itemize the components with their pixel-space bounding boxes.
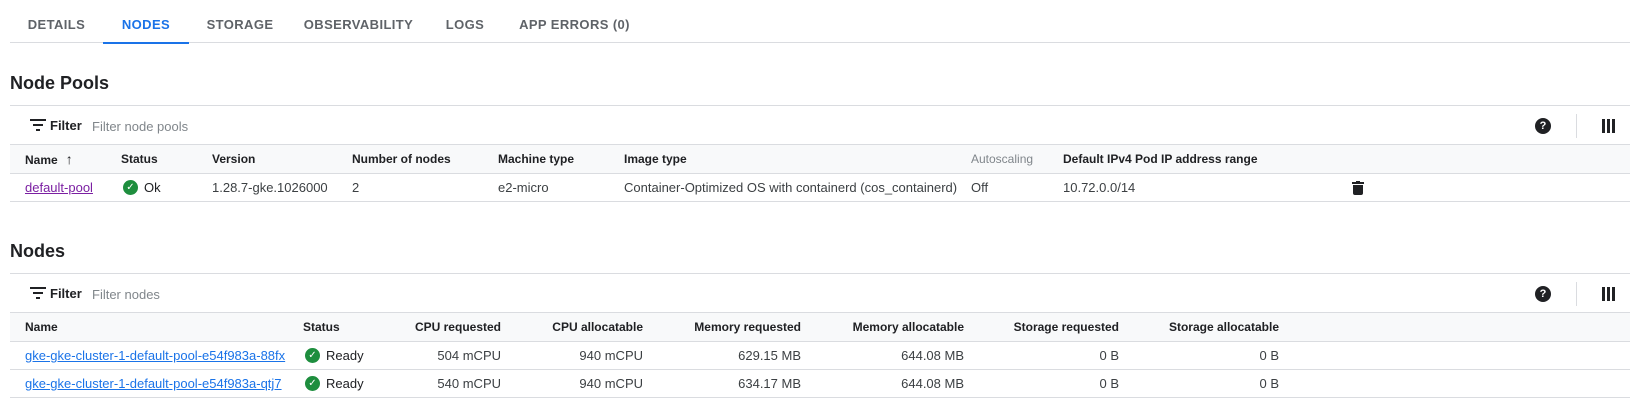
col-header-pod-ip-range[interactable]: Default IPv4 Pod IP address range xyxy=(1063,145,1258,173)
nodes-filter-input[interactable] xyxy=(92,282,592,306)
nodes-table-header: Name Status CPU requested CPU allocatabl… xyxy=(10,313,1630,342)
col-header-machine-type[interactable]: Machine type xyxy=(498,145,574,173)
nodes-filter-bar: Filter ? xyxy=(10,273,1630,313)
check-circle-icon: ✓ xyxy=(305,348,320,364)
autoscaling-cell: Off xyxy=(971,180,989,195)
col-header-name[interactable]: Name ↑ xyxy=(25,145,73,173)
memory-requested-cell: 629.15 MB xyxy=(738,348,801,363)
tab-storage[interactable]: STORAGE xyxy=(198,0,282,43)
storage-requested-cell: 0 B xyxy=(1099,348,1119,363)
divider xyxy=(1576,114,1577,138)
check-circle-icon: ✓ xyxy=(123,180,138,196)
node-name-link[interactable]: gke-gke-cluster-1-default-pool-e54f983a-… xyxy=(25,370,282,398)
col-header-storage-allocatable[interactable]: Storage allocatable xyxy=(1140,313,1279,341)
help-icon[interactable]: ? xyxy=(1535,118,1551,134)
image-type-cell: Container-Optimized OS with containerd (… xyxy=(624,180,958,195)
tab-logs[interactable]: LOGS xyxy=(435,0,495,43)
cpu-requested-cell: 504 mCPU xyxy=(437,348,501,363)
col-header-version[interactable]: Version xyxy=(212,145,255,173)
col-header-number-of-nodes[interactable]: Number of nodes xyxy=(352,145,451,173)
tab-bar: DETAILS NODES STORAGE OBSERVABILITY LOGS… xyxy=(10,0,1630,44)
filter-icon[interactable] xyxy=(30,287,46,301)
node-pools-filter-bar: Filter ? xyxy=(10,105,1630,145)
memory-requested-cell: 634.17 MB xyxy=(738,376,801,391)
col-header-memory-requested[interactable]: Memory requested xyxy=(670,313,801,341)
col-header-status[interactable]: Status xyxy=(121,145,158,173)
node-pool-name-link[interactable]: default-pool xyxy=(25,174,93,202)
storage-requested-cell: 0 B xyxy=(1099,376,1119,391)
col-header-cpu-requested[interactable]: CPU requested xyxy=(390,313,501,341)
divider xyxy=(1576,282,1577,306)
status-cell: ✓ Ok xyxy=(123,174,161,202)
node-name-link[interactable]: gke-gke-cluster-1-default-pool-e54f983a-… xyxy=(25,342,285,370)
memory-allocatable-cell: 644.08 MB xyxy=(901,348,964,363)
cpu-requested-cell: 540 mCPU xyxy=(437,376,501,391)
storage-allocatable-cell: 0 B xyxy=(1259,348,1279,363)
filter-label[interactable]: Filter xyxy=(50,118,82,133)
cpu-allocatable-cell: 940 mCPU xyxy=(579,348,643,363)
pod-ip-range-cell: 10.72.0.0/14 xyxy=(1063,180,1136,195)
table-row: gke-gke-cluster-1-default-pool-e54f983a-… xyxy=(10,342,1630,370)
column-display-icon[interactable] xyxy=(1602,119,1616,133)
col-header-storage-requested[interactable]: Storage requested xyxy=(990,313,1119,341)
tab-observability[interactable]: OBSERVABILITY xyxy=(300,0,417,43)
nodes-heading: Nodes xyxy=(10,241,66,261)
storage-allocatable-cell: 0 B xyxy=(1259,376,1279,391)
tab-app-errors[interactable]: APP ERRORS (0) xyxy=(512,0,637,43)
version-cell: 1.28.7-gke.1026000 xyxy=(212,180,328,195)
machine-type-cell: e2-micro xyxy=(498,180,549,195)
node-pools-table-header: Name ↑ Status Version Number of nodes Mac… xyxy=(10,145,1630,174)
node-pools-heading: Node Pools xyxy=(10,73,110,93)
cpu-allocatable-cell: 940 mCPU xyxy=(579,376,643,391)
col-header-memory-allocatable[interactable]: Memory allocatable xyxy=(830,313,964,341)
col-header-name[interactable]: Name xyxy=(25,313,58,341)
column-display-icon[interactable] xyxy=(1602,287,1616,301)
col-header-image-type[interactable]: Image type xyxy=(624,145,687,173)
col-header-cpu-allocatable[interactable]: CPU allocatable xyxy=(530,313,643,341)
nodes-count-cell: 2 xyxy=(352,180,360,195)
status-cell: ✓ Ready xyxy=(305,342,364,370)
check-circle-icon: ✓ xyxy=(305,376,320,392)
table-row: gke-gke-cluster-1-default-pool-e54f983a-… xyxy=(10,370,1630,398)
arrow-up-icon[interactable]: ↑ xyxy=(66,145,73,174)
help-icon[interactable]: ? xyxy=(1535,286,1551,302)
tab-nodes[interactable]: NODES xyxy=(103,0,189,44)
filter-icon[interactable] xyxy=(30,119,46,133)
filter-label[interactable]: Filter xyxy=(50,286,82,301)
node-pools-filter-input[interactable] xyxy=(92,114,592,138)
col-header-status[interactable]: Status xyxy=(303,313,340,341)
trash-icon[interactable] xyxy=(1352,181,1364,195)
tab-details[interactable]: DETAILS xyxy=(10,0,103,43)
memory-allocatable-cell: 644.08 MB xyxy=(901,376,964,391)
table-row: default-pool ✓ Ok 1.28.7-gke.1026000 2 e2… xyxy=(10,174,1630,202)
col-header-autoscaling: Autoscaling xyxy=(971,152,1034,166)
status-cell: ✓ Ready xyxy=(305,370,364,398)
